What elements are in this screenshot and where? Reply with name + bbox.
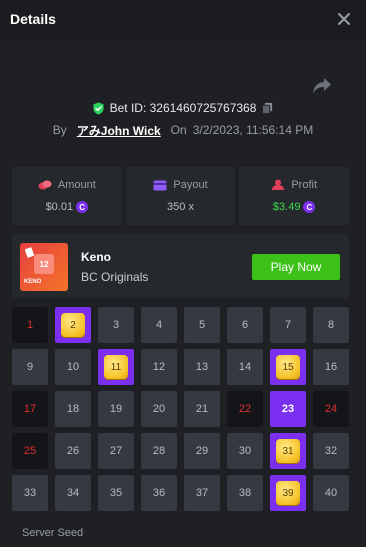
coin-icon: C bbox=[76, 201, 89, 213]
play-now-button[interactable]: Play Now bbox=[252, 254, 340, 280]
keno-cell: 30 bbox=[227, 433, 263, 469]
keno-cell: 22 bbox=[227, 391, 263, 427]
coin-icon: C bbox=[303, 201, 316, 213]
thumb-tile: 12 bbox=[34, 254, 54, 274]
keno-cell: 20 bbox=[141, 391, 177, 427]
gem-icon: 31 bbox=[276, 439, 300, 463]
user-link[interactable]: アみJohn Wick bbox=[77, 122, 161, 139]
keno-cell: 31 bbox=[270, 433, 306, 469]
stat-amount-value-row: $0.01 C bbox=[46, 201, 89, 213]
stat-payout: Payout 350 x bbox=[125, 167, 236, 225]
gem-icon: 15 bbox=[276, 355, 300, 379]
game-thumbnail[interactable]: 12 KENO bbox=[20, 243, 68, 291]
stat-profit-label-row: Profit bbox=[271, 179, 317, 191]
keno-cell: 3 bbox=[98, 307, 134, 343]
server-seed-label: Server Seed bbox=[22, 527, 84, 539]
keno-cell: 11 bbox=[98, 349, 134, 385]
keno-grid: 1 2 3 4 5 6 7 8 9 10 11 12 13 14 15 16 17 18 19 20 21 22 23 24 2… bbox=[12, 307, 349, 511]
game-provider: BC Originals bbox=[81, 270, 149, 284]
keno-cell: 7 bbox=[270, 307, 306, 343]
keno-cell: 21 bbox=[184, 391, 220, 427]
stat-payout-label-row: Payout bbox=[153, 179, 208, 191]
share-icon[interactable] bbox=[312, 77, 332, 95]
keno-cell: 10 bbox=[55, 349, 91, 385]
keno-cell: 37 bbox=[184, 475, 220, 511]
keno-cell: 29 bbox=[184, 433, 220, 469]
card-icon bbox=[153, 180, 167, 190]
keno-cell: 9 bbox=[12, 349, 48, 385]
stat-profit-label: Profit bbox=[291, 179, 318, 191]
keno-cell: 23 bbox=[270, 391, 306, 427]
on-label: On bbox=[170, 123, 187, 137]
keno-cell: 12 bbox=[141, 349, 177, 385]
stat-payout-value-row: 350 x bbox=[167, 201, 194, 213]
keno-cell: 25 bbox=[12, 433, 48, 469]
keno-cell: 28 bbox=[141, 433, 177, 469]
keno-cell: 35 bbox=[98, 475, 134, 511]
keno-cell: 36 bbox=[141, 475, 177, 511]
bet-id-row: Bet ID: 3261460725767368 bbox=[0, 99, 366, 117]
bet-date: 3/2/2023, 11:56:14 PM bbox=[192, 123, 314, 137]
header: Details bbox=[0, 0, 366, 40]
gem-icon: 11 bbox=[104, 355, 128, 379]
keno-cell: 15 bbox=[270, 349, 306, 385]
keno-cell: 33 bbox=[12, 475, 48, 511]
keno-cell: 27 bbox=[98, 433, 134, 469]
keno-cell: 17 bbox=[12, 391, 48, 427]
stat-profit-value-row: $3.49 C bbox=[273, 201, 316, 213]
page-title: Details bbox=[10, 11, 56, 27]
keno-cell: 34 bbox=[55, 475, 91, 511]
keno-cell: 2 bbox=[55, 307, 91, 343]
shield-check-icon bbox=[92, 101, 104, 115]
profit-icon bbox=[272, 179, 285, 190]
stat-payout-value: 350 x bbox=[167, 201, 194, 213]
keno-cell: 1 bbox=[12, 307, 48, 343]
keno-cell: 40 bbox=[313, 475, 349, 511]
stat-amount-value: $0.01 bbox=[45, 201, 74, 213]
stat-payout-label: Payout bbox=[173, 179, 208, 191]
bet-id: Bet ID: 3261460725767368 bbox=[109, 101, 257, 115]
bet-stats: Amount $0.01 C Payout 350 x Profit $3.49… bbox=[12, 167, 350, 225]
game-card: 12 KENO Keno BC Originals Play Now bbox=[12, 234, 349, 298]
keno-cell: 16 bbox=[313, 349, 349, 385]
stat-amount-label: Amount bbox=[57, 179, 96, 191]
bet-byline: By アみJohn Wick On 3/2/2023, 11:56:14 PM bbox=[0, 121, 366, 139]
keno-cell: 38 bbox=[227, 475, 263, 511]
keno-cell: 14 bbox=[227, 349, 263, 385]
thumb-text: KENO bbox=[24, 279, 42, 285]
card-decoration-icon bbox=[24, 247, 35, 258]
copy-icon[interactable] bbox=[261, 102, 274, 115]
game-name: Keno bbox=[81, 250, 111, 264]
stat-amount: Amount $0.01 C bbox=[12, 167, 122, 225]
keno-cell: 5 bbox=[184, 307, 220, 343]
keno-cell: 26 bbox=[55, 433, 91, 469]
close-icon[interactable] bbox=[336, 11, 352, 27]
stat-profit: Profit $3.49 C bbox=[239, 167, 350, 225]
keno-cell: 18 bbox=[55, 391, 91, 427]
keno-cell: 24 bbox=[313, 391, 349, 427]
keno-cell: 4 bbox=[141, 307, 177, 343]
keno-cell: 8 bbox=[313, 307, 349, 343]
keno-cell: 32 bbox=[313, 433, 349, 469]
stat-amount-label-row: Amount bbox=[38, 179, 96, 191]
keno-cell: 19 bbox=[98, 391, 134, 427]
stat-profit-value: $3.49 bbox=[272, 201, 301, 213]
by-label: By bbox=[52, 123, 67, 137]
keno-cell: 6 bbox=[227, 307, 263, 343]
keno-cell: 13 bbox=[184, 349, 220, 385]
gem-icon: 2 bbox=[61, 313, 85, 337]
keno-cell: 39 bbox=[270, 475, 306, 511]
chips-icon bbox=[38, 180, 52, 190]
gem-icon: 39 bbox=[276, 481, 300, 505]
